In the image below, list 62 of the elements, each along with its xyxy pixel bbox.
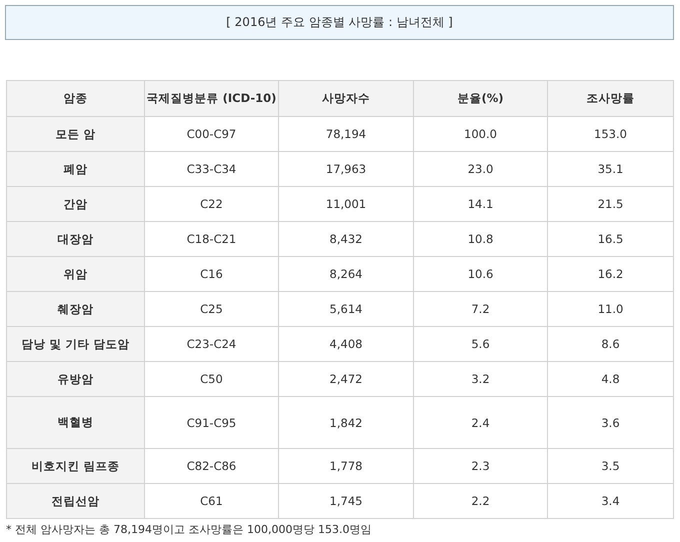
table-cell: 5.6 bbox=[414, 326, 548, 362]
footnote: * 전체 암사망자는 총 78,194명이고 조사망률은 100,000명당 153.0명임 bbox=[6, 522, 372, 537]
row-header: 전립선암 bbox=[6, 484, 144, 518]
table-cell: 5,614 bbox=[278, 292, 414, 326]
row-header: 유방암 bbox=[6, 362, 144, 396]
table-cell: 3.5 bbox=[548, 448, 674, 484]
table-cell: 4.8 bbox=[548, 362, 674, 396]
table-cell: 2,472 bbox=[278, 362, 414, 396]
table-cell: C16 bbox=[144, 256, 278, 292]
table-cell: C22 bbox=[144, 186, 278, 222]
table-cell: 16.2 bbox=[548, 256, 674, 292]
table-cell: 78,194 bbox=[278, 116, 414, 152]
column-header: 사망자수 bbox=[278, 80, 414, 116]
table-cell: C50 bbox=[144, 362, 278, 396]
table-cell: 10.6 bbox=[414, 256, 548, 292]
table-cell: 21.5 bbox=[548, 186, 674, 222]
table-cell: 2.2 bbox=[414, 484, 548, 518]
column-header: 조사망률 bbox=[548, 80, 674, 116]
table-cell: C33-C34 bbox=[144, 152, 278, 186]
table-cell: 100.0 bbox=[414, 116, 548, 152]
column-header: 분율(%) bbox=[414, 80, 548, 116]
table-cell: 153.0 bbox=[548, 116, 674, 152]
table-cell: 11,001 bbox=[278, 186, 414, 222]
table-cell: 8,432 bbox=[278, 222, 414, 256]
row-header: 모든 암 bbox=[6, 116, 144, 152]
row-header: 간암 bbox=[6, 186, 144, 222]
table-cell: 2.4 bbox=[414, 396, 548, 448]
row-header: 백혈병 bbox=[6, 396, 144, 448]
table-cell: C23-C24 bbox=[144, 326, 278, 362]
table-cell: 17,963 bbox=[278, 152, 414, 186]
row-header: 췌장암 bbox=[6, 292, 144, 326]
row-header: 대장암 bbox=[6, 222, 144, 256]
table-cell: 8,264 bbox=[278, 256, 414, 292]
table-cell: C25 bbox=[144, 292, 278, 326]
table-cell: 10.8 bbox=[414, 222, 548, 256]
row-header: 담낭 및 기타 담도암 bbox=[6, 326, 144, 362]
table-cell: C91-C95 bbox=[144, 396, 278, 448]
table-cell: 3.4 bbox=[548, 484, 674, 518]
table-cell: 4,408 bbox=[278, 326, 414, 362]
table-cell: 2.3 bbox=[414, 448, 548, 484]
table-cell: 7.2 bbox=[414, 292, 548, 326]
column-header: 국제질병분류 (ICD-10) bbox=[144, 80, 278, 116]
table-cell: 1,842 bbox=[278, 396, 414, 448]
table-cell: 3.6 bbox=[548, 396, 674, 448]
table-cell: 35.1 bbox=[548, 152, 674, 186]
table-cell: C61 bbox=[144, 484, 278, 518]
row-header: 비호지킨 림프종 bbox=[6, 448, 144, 484]
table-cell: C82-C86 bbox=[144, 448, 278, 484]
table-cell: 23.0 bbox=[414, 152, 548, 186]
row-header: 위암 bbox=[6, 256, 144, 292]
table-title: [ 2016년 주요 암종별 사망률 : 남녀전체 ] bbox=[5, 5, 674, 40]
table-cell: 11.0 bbox=[548, 292, 674, 326]
table-cell: 14.1 bbox=[414, 186, 548, 222]
table-cell: C18-C21 bbox=[144, 222, 278, 256]
table-cell: 8.6 bbox=[548, 326, 674, 362]
table-cell: 16.5 bbox=[548, 222, 674, 256]
table-cell: 3.2 bbox=[414, 362, 548, 396]
table-cell: 1,745 bbox=[278, 484, 414, 518]
table-cell: C00-C97 bbox=[144, 116, 278, 152]
column-header: 암종 bbox=[6, 80, 144, 116]
table-cell: 1,778 bbox=[278, 448, 414, 484]
row-header: 폐암 bbox=[6, 152, 144, 186]
